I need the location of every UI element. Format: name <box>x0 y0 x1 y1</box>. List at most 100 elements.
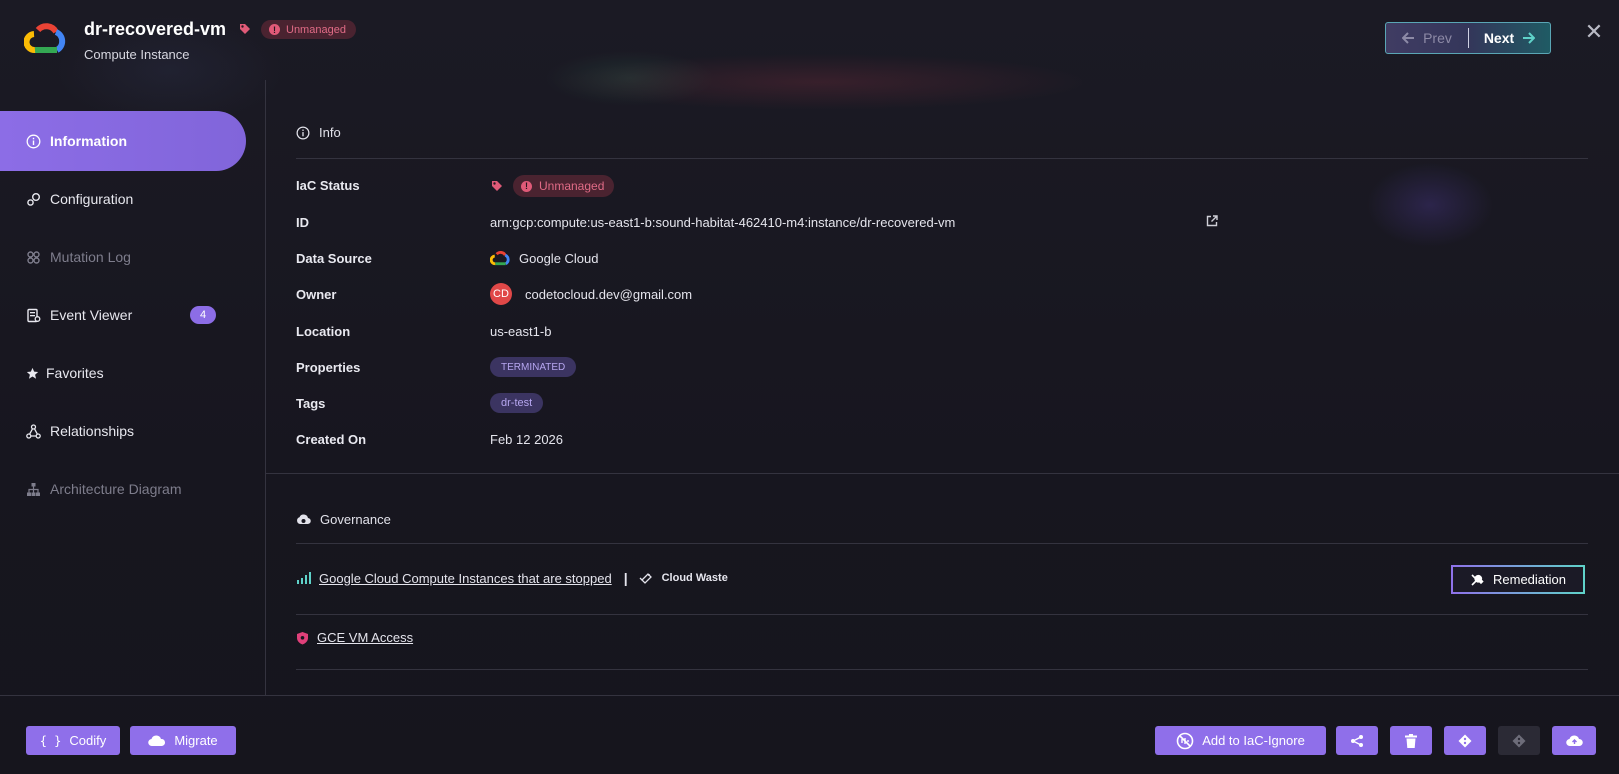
location-value: us-east1-b <box>490 324 552 339</box>
alert-icon: ! <box>521 180 532 192</box>
prev-next-nav: Prev Next <box>1385 22 1551 54</box>
sidebar-item-label: Event Viewer <box>50 307 133 323</box>
tags-label: Tags <box>296 396 326 411</box>
section-divider <box>266 473 1619 474</box>
policy-row: GCE VM Access <box>296 630 413 645</box>
cloud-waste-icon <box>639 573 652 584</box>
unmanaged-badge-label: Unmanaged <box>539 179 605 193</box>
sidebar-item-relationships[interactable]: Relationships <box>0 401 246 461</box>
iac-status-label: IaC Status <box>296 178 360 193</box>
tag-icon <box>240 24 250 34</box>
bar-chart-icon <box>297 572 311 584</box>
prev-button[interactable]: Prev <box>1386 23 1468 53</box>
sidebar-item-label: Relationships <box>50 423 135 439</box>
architecture-icon <box>27 482 40 496</box>
git-button[interactable] <box>1444 726 1486 755</box>
star-icon <box>26 367 39 379</box>
policy-separator: | <box>623 570 628 586</box>
info-section-header: Info <box>296 125 341 140</box>
prev-label: Prev <box>1423 30 1452 46</box>
cloud-upload-icon <box>1565 735 1583 747</box>
sidebar-item-label: Architecture Diagram <box>50 481 182 497</box>
created-on-value: Feb 12 2026 <box>490 432 564 447</box>
external-link-icon[interactable] <box>1205 214 1219 228</box>
resource-title: dr-recovered-vm <box>84 19 227 39</box>
unmanaged-badge: ! Unmanaged <box>513 175 615 197</box>
sidebar: Information Configuration Mutation Log E… <box>0 80 265 695</box>
git-disabled-button[interactable] <box>1498 726 1540 755</box>
status-badge: ! Unmanaged <box>261 20 356 39</box>
policy-link[interactable]: Google Cloud Compute Instances that are … <box>319 571 612 586</box>
id-label: ID <box>296 215 309 230</box>
sidebar-item-architecture-diagram[interactable]: Architecture Diagram <box>0 459 246 519</box>
property-pill: TERMINATED <box>490 357 577 377</box>
info-icon <box>296 126 310 139</box>
sidebar-item-configuration[interactable]: Configuration <box>0 169 246 229</box>
info-divider <box>296 158 1588 159</box>
arrow-left-icon <box>1402 32 1415 44</box>
add-iac-ignore-label: Add to IaC-Ignore <box>1202 733 1305 748</box>
sidebar-item-favorites[interactable]: Favorites <box>0 343 246 403</box>
ignore-icon <box>1176 732 1194 749</box>
policy-row: Google Cloud Compute Instances that are … <box>296 570 728 586</box>
add-iac-ignore-button[interactable]: Add to IaC-Ignore <box>1155 726 1326 755</box>
owner-label: Owner <box>296 287 337 302</box>
codify-button[interactable]: { } Codify <box>26 726 120 755</box>
event-viewer-icon <box>27 308 41 322</box>
governance-section-title: Governance <box>320 512 391 527</box>
config-icon <box>27 192 40 206</box>
tools-icon <box>1471 573 1484 586</box>
delete-button[interactable] <box>1390 726 1432 755</box>
policy-link[interactable]: GCE VM Access <box>317 630 413 645</box>
remediation-label: Remediation <box>1493 572 1566 587</box>
git-icon <box>1458 734 1472 747</box>
sidebar-item-label: Configuration <box>50 191 134 207</box>
data-source-value: Google Cloud <box>490 250 599 266</box>
header: dr-recovered-vm ! Unmanaged Compute Inst… <box>0 0 1619 80</box>
relationships-icon <box>26 423 41 439</box>
policy-category: Cloud Waste <box>661 572 728 584</box>
cloud-upload-button[interactable] <box>1552 726 1596 755</box>
main-content: Info IaC Status ! Unmanaged ID arn:gcp:c… <box>266 80 1619 695</box>
owner-value: CD codetocloud.dev@gmail.com <box>490 283 692 305</box>
iac-status-value: ! Unmanaged <box>490 175 615 197</box>
remediation-button[interactable]: Remediation <box>1451 565 1585 594</box>
location-label: Location <box>296 324 351 339</box>
tag-icon <box>492 181 502 191</box>
migrate-button[interactable]: Migrate <box>130 726 236 755</box>
sidebar-item-information[interactable]: Information <box>0 111 246 171</box>
data-source-text: Google Cloud <box>519 250 599 266</box>
event-count-badge: 4 <box>190 306 216 324</box>
alert-icon: ! <box>269 24 280 35</box>
avatar: CD <box>490 283 512 305</box>
trash-icon <box>1405 733 1417 748</box>
footer-toolbar: { } Codify Migrate Add to IaC-Ignore <box>0 695 1619 774</box>
codify-label: Codify <box>69 733 107 748</box>
tag-pill[interactable]: dr-test <box>490 393 544 413</box>
sidebar-item-label: Mutation Log <box>50 249 131 265</box>
resource-type: Compute Instance <box>84 47 190 62</box>
google-cloud-logo-icon <box>24 23 66 53</box>
share-icon <box>1351 734 1363 747</box>
tags-value: dr-test <box>490 393 544 413</box>
google-cloud-icon <box>490 250 510 266</box>
sidebar-item-label: Favorites <box>46 365 104 381</box>
arrow-right-icon <box>1523 32 1536 44</box>
shield-icon <box>297 631 308 644</box>
properties-value: TERMINATED <box>490 357 577 377</box>
cloud-migrate-icon <box>148 735 166 746</box>
braces-icon: { } <box>39 733 62 748</box>
governance-section-header: Governance <box>296 512 391 527</box>
sidebar-item-mutation-log[interactable]: Mutation Log <box>0 227 246 287</box>
info-icon <box>26 134 41 148</box>
created-on-label: Created On <box>296 432 367 447</box>
next-button[interactable]: Next <box>1469 23 1550 53</box>
properties-label: Properties <box>296 360 361 375</box>
share-button[interactable] <box>1336 726 1378 755</box>
close-icon[interactable]: ✕ <box>1584 21 1604 43</box>
owner-email: codetocloud.dev@gmail.com <box>525 286 693 302</box>
info-section-title: Info <box>319 125 341 140</box>
migrate-label: Migrate <box>174 733 218 748</box>
cloud-shield-icon <box>297 514 311 524</box>
sidebar-item-event-viewer[interactable]: Event Viewer 4 <box>0 285 246 345</box>
